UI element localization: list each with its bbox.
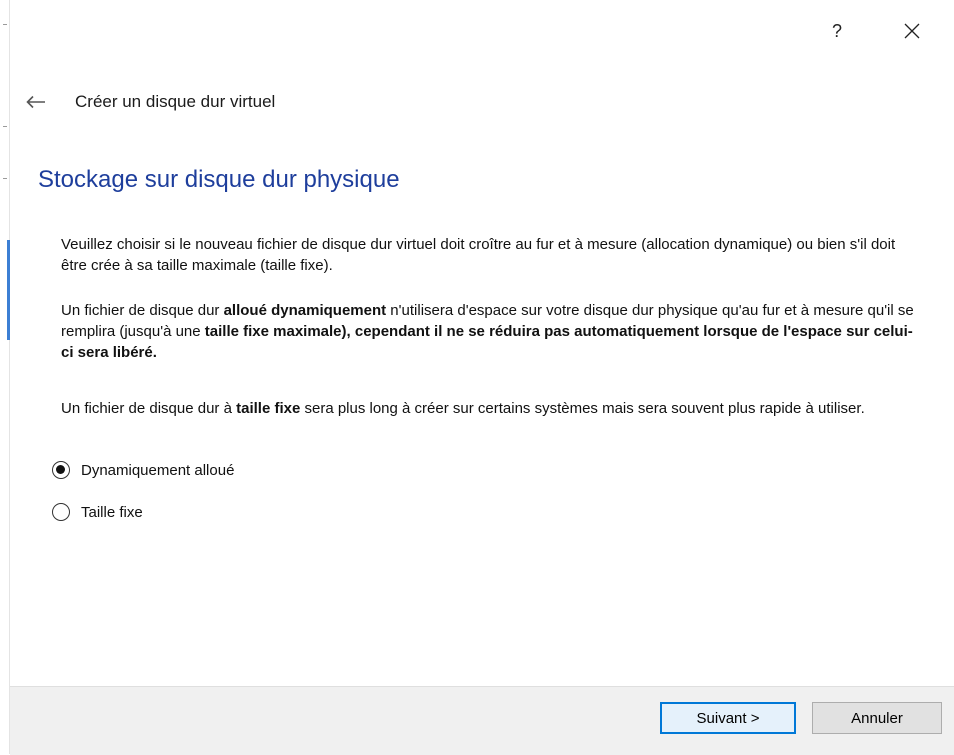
help-button[interactable]: ? bbox=[822, 16, 852, 46]
wizard-header: Créer un disque dur virtuel bbox=[26, 88, 275, 116]
text-run: Un fichier de disque dur à bbox=[61, 400, 237, 417]
left-window-edge bbox=[0, 0, 10, 754]
dynamic-explanation-paragraph: Un fichier de disque dur alloué dynamiqu… bbox=[61, 300, 916, 363]
text-run: Un fichier de disque dur bbox=[61, 302, 224, 319]
radio-label: Taille fixe bbox=[81, 503, 143, 521]
edge-tick bbox=[3, 178, 7, 179]
radio-option-fixed[interactable]: Taille fixe bbox=[52, 503, 143, 521]
bold-text: taille fixe bbox=[236, 400, 301, 417]
next-button[interactable]: Suivant > bbox=[660, 702, 796, 734]
bold-text: alloué dynamiquement bbox=[223, 302, 387, 319]
help-icon: ? bbox=[831, 20, 842, 41]
radio-label: Dynamiquement alloué bbox=[81, 461, 235, 479]
close-icon bbox=[904, 23, 920, 39]
cancel-button[interactable]: Annuler bbox=[812, 702, 942, 734]
edge-tick bbox=[3, 126, 7, 127]
text-run: sera plus long à créer sur certains syst… bbox=[300, 400, 865, 417]
edge-accent bbox=[7, 240, 10, 340]
fixed-explanation-paragraph: Un fichier de disque dur à taille fixe s… bbox=[61, 398, 916, 419]
close-button[interactable] bbox=[897, 16, 927, 46]
back-button[interactable] bbox=[26, 94, 48, 110]
description-paragraph: Veuillez choisir si le nouveau fichier d… bbox=[61, 236, 896, 274]
edge-tick bbox=[3, 24, 7, 25]
page-title: Stockage sur disque dur physique bbox=[38, 166, 400, 193]
back-arrow-icon bbox=[26, 95, 45, 109]
radio-button[interactable] bbox=[52, 503, 70, 521]
radio-button-checked[interactable] bbox=[52, 461, 70, 479]
wizard-title: Créer un disque dur virtuel bbox=[75, 92, 276, 111]
radio-option-dynamic[interactable]: Dynamiquement alloué bbox=[52, 461, 234, 479]
